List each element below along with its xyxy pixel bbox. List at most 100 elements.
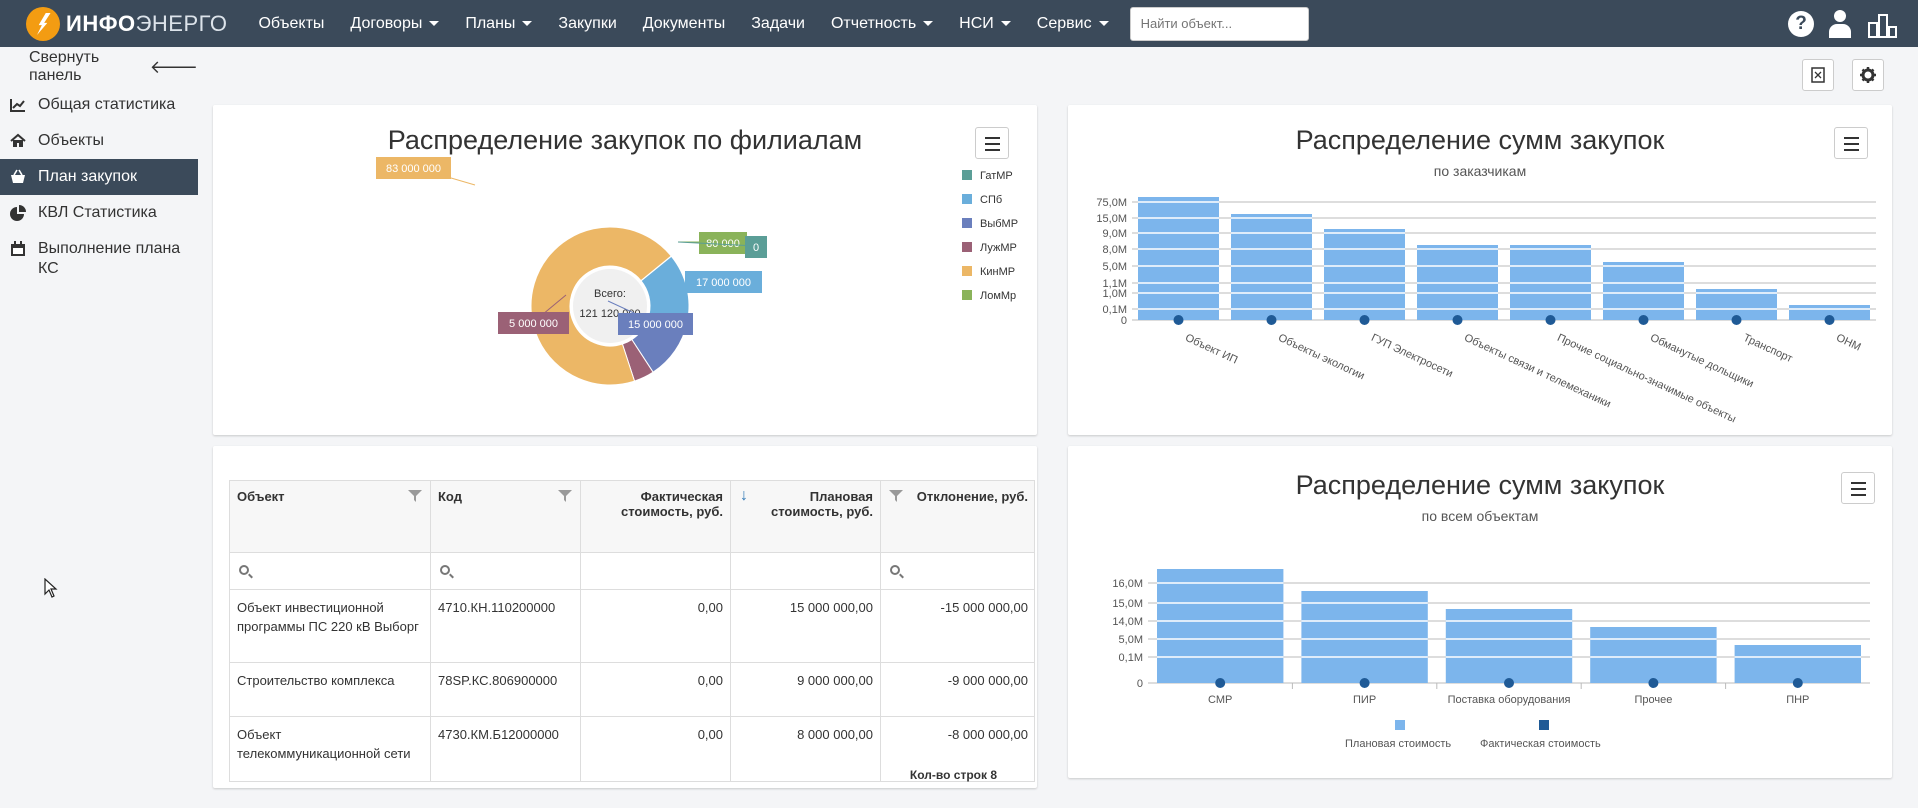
purchases-table-panel: Объект Код Фактическая стоимость, руб. ↓ Пла… [213,446,1037,788]
nav-item-label: Документы [642,14,726,32]
bar-plan[interactable] [1590,627,1717,683]
caret-down-icon [1000,21,1011,26]
legend-item[interactable]: ЛомМр [980,290,1016,302]
fact-marker[interactable] [1545,315,1556,325]
user-profile-icon[interactable] [1828,9,1852,38]
bar-chart-customers: 00,1M1,0M1,1M5,0M8,0M9,0M15,0M75,0MОбъек… [1096,197,1876,426]
fact-marker[interactable] [1638,315,1649,325]
sidebar-item-3[interactable]: КВЛ Статистика [0,195,198,231]
nav-item-label: Закупки [558,14,617,32]
sidebar-item-0[interactable]: Общая статистика [0,87,198,123]
fact-marker[interactable] [1452,315,1463,325]
nav-item-6[interactable]: Отчетность [818,0,946,47]
search-input[interactable] [1129,6,1309,41]
fact-marker[interactable] [1173,315,1184,325]
bar-plan[interactable] [1734,645,1861,683]
search-icon [239,565,249,575]
column-header[interactable]: ↓ Плановая стоимость, руб. [731,481,881,552]
table-cell: 78SP.КС.806900000 [431,663,581,716]
legend-swatch [962,290,972,300]
nav-item-2[interactable]: Планы [452,0,545,47]
nav-item-8[interactable]: Сервис [1024,0,1122,47]
column-filter-input[interactable] [731,553,881,589]
row-count-label: Кол-во строк 8 [909,768,997,782]
bar-plan[interactable] [1157,569,1284,683]
nav-item-label: Сервис [1036,14,1092,32]
sidebar-item-label: Объекты [38,132,104,149]
bar-plan[interactable] [1301,591,1428,683]
fact-marker[interactable] [1648,678,1659,688]
column-header[interactable]: Код [431,481,581,552]
column-filter-input[interactable] [881,553,1034,589]
legend-swatch [962,218,972,228]
filter-icon[interactable] [558,490,572,502]
nav-item-label: Договоры [350,14,423,32]
bar-chart-customers-panel: Распределение сумм закупок по заказчикам… [1068,105,1892,435]
nav-item-5[interactable]: Задачи [738,0,818,47]
fact-marker[interactable] [1792,678,1803,688]
bar-chart-objects-panel: Распределение сумм закупок по всем объек… [1068,446,1892,778]
legend-item[interactable]: ЛужМР [980,242,1017,254]
bar-plan[interactable] [1231,214,1312,320]
top-navbar: ИНФОЭНЕРГО Объекты Договоры Планы Закупки До… [0,0,1918,47]
sidebar-item-4[interactable]: Выполнение плана КС [0,231,198,287]
legend-fact[interactable]: Фактическая стоимость [1480,738,1601,750]
fact-marker[interactable] [1731,315,1742,325]
fact-marker[interactable] [1359,315,1370,325]
bar-plan[interactable] [1603,262,1684,320]
y-tick-label: 14,0M [1112,616,1143,628]
column-header[interactable]: Объект [230,481,431,552]
nav-item-3[interactable]: Закупки [545,0,629,47]
fact-marker[interactable] [1215,678,1226,688]
nav-item-4[interactable]: Документы [630,0,738,47]
column-filter-input[interactable] [581,553,731,589]
legend-item[interactable]: КинМР [980,266,1015,278]
column-header[interactable]: Отклонение, руб. [881,481,1034,552]
bar-plan[interactable] [1324,229,1405,320]
table-filter-row [230,553,1034,590]
column-filter-input[interactable] [431,553,581,589]
table-cell: -15 000 000,00 [881,590,1034,662]
fact-marker[interactable] [1504,678,1514,688]
settings-button[interactable] [1852,59,1884,91]
fact-marker[interactable] [1359,678,1370,688]
collapse-panel-button[interactable]: Свернуть панель 🡐 [0,47,198,87]
y-tick-label: 0,1M [1119,652,1143,664]
filter-icon[interactable] [889,490,903,505]
app-logo[interactable]: ИНФОЭНЕРГО [26,6,227,41]
donut-chart-panel: Распределение закупок по филиалам Всего:… [213,105,1037,435]
y-tick-label: 15,0M [1096,213,1127,225]
table-cell: Объект инвестиционной программы ПС 220 к… [230,590,431,662]
sort-desc-icon[interactable]: ↓ [740,487,748,505]
table-row[interactable]: Строительство комплекса 78SP.КС.806900000… [230,663,1034,717]
sidebar-item-1[interactable]: Объекты [0,123,198,159]
column-header-label: Код [438,489,462,504]
bar-plan[interactable] [1138,197,1219,320]
x-tick-label: Прочие социально-значимые объекты [1555,332,1738,426]
table-row[interactable]: Объект инвестиционной программы ПС 220 к… [230,590,1034,663]
help-icon[interactable]: ? [1788,10,1814,37]
fact-marker[interactable] [1266,315,1277,325]
column-header[interactable]: Фактическая стоимость, руб. [581,481,731,552]
organization-icon[interactable] [1866,10,1898,38]
legend-item[interactable]: ВыбМР [980,218,1018,230]
bar-plan[interactable] [1445,609,1573,683]
data-label: 0 [753,242,759,254]
filter-icon[interactable] [408,490,422,502]
calendar-icon [10,241,26,257]
table-cell: 15 000 000,00 [731,590,881,662]
data-label: 83 000 000 [386,163,441,175]
legend-item[interactable]: ГатМР [980,170,1013,182]
nav-item-1[interactable]: Договоры [337,0,452,47]
table-cell: Строительство комплекса [230,663,431,716]
fact-marker[interactable] [1824,315,1835,325]
legend-item[interactable]: СПб [980,194,1002,206]
export-excel-button[interactable] [1802,59,1834,91]
nav-item-0[interactable]: Объекты [245,0,337,47]
table-cell: Объект телекоммуникационной сети [230,717,431,781]
sidebar-item-2[interactable]: План закупок [0,159,198,195]
x-tick-label: Объекты связи и телемеханики [1462,332,1612,411]
legend-plan[interactable]: Плановая стоимость [1345,738,1451,750]
column-filter-input[interactable] [230,553,431,589]
nav-item-7[interactable]: НСИ [946,0,1024,47]
